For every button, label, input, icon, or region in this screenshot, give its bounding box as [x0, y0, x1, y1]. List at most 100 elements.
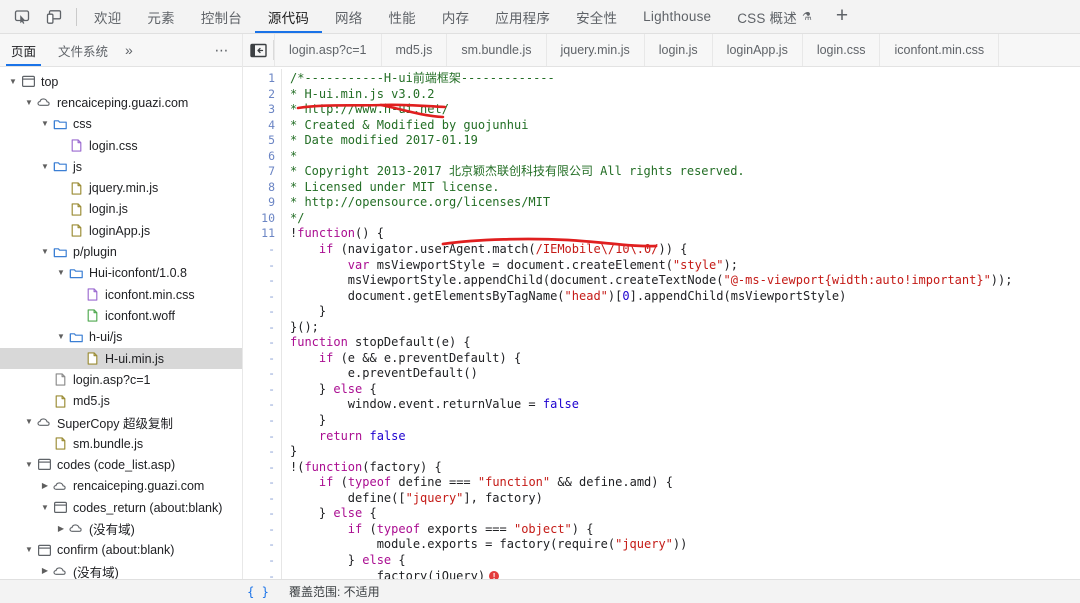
- main-tab-9[interactable]: Lighthouse: [630, 0, 724, 33]
- main-tab-0[interactable]: 欢迎: [81, 0, 134, 33]
- file-tree-item-label: login.js: [89, 202, 128, 217]
- line-number: 2: [268, 86, 275, 101]
- pretty-print-button[interactable]: { }: [245, 580, 271, 603]
- navigator-options-icon[interactable]: ⋯: [207, 34, 243, 66]
- navigator-tab-page[interactable]: 页面: [0, 34, 47, 66]
- main-tab-7[interactable]: 应用程序: [482, 0, 563, 33]
- editor-tab-5[interactable]: loginApp.js: [713, 34, 803, 66]
- line-number: -: [268, 381, 275, 396]
- file-tree-item[interactable]: login.css: [0, 135, 242, 156]
- add-panel-button[interactable]: +: [825, 0, 859, 33]
- chevron-down-icon[interactable]: ▼: [22, 546, 36, 554]
- file-tree-item[interactable]: jquery.min.js: [0, 177, 242, 198]
- show-navigator-icon[interactable]: [243, 34, 273, 66]
- code-token: if: [318, 242, 334, 257]
- chevron-down-icon[interactable]: ▼: [38, 120, 52, 128]
- file-tree-item[interactable]: ▼ rencaiceping.guazi.com: [0, 92, 242, 113]
- line-number: 11: [261, 226, 275, 241]
- frame-icon: [36, 543, 53, 558]
- main-tab-4[interactable]: 网络: [322, 0, 375, 33]
- chevron-down-icon[interactable]: ▼: [38, 503, 52, 512]
- file-tree-item[interactable]: ▼ top: [0, 71, 242, 92]
- file-tree-item[interactable]: login.asp?c=1: [0, 369, 242, 390]
- editor-tab-6[interactable]: login.css: [803, 34, 881, 66]
- file-tree-item[interactable]: ▼ SuperCopy 超级复制: [0, 412, 242, 433]
- folder-icon: [52, 117, 69, 132]
- main-tab-6[interactable]: 内存: [429, 0, 482, 33]
- device-toolbar-icon[interactable]: [40, 4, 68, 30]
- file-tree-item[interactable]: sm.bundle.js: [0, 433, 242, 454]
- code-token: * Date modified 2017-01.19: [290, 133, 478, 148]
- file-tree-item[interactable]: ▼ h-ui/js: [0, 327, 242, 348]
- file-tree-item[interactable]: ▼ codes (code_list.asp): [0, 454, 242, 475]
- chevron-down-icon[interactable]: ▼: [54, 269, 68, 277]
- chevron-down-icon[interactable]: ▼: [22, 460, 36, 469]
- file-tree-item[interactable]: ▼ codes_return (about:blank): [0, 497, 242, 518]
- file-tree-item[interactable]: ▼ js: [0, 156, 242, 177]
- code-line: * Copyright 2013-2017 北京颖杰联创科技有限公司 All r…: [290, 164, 1080, 180]
- file-tree-item[interactable]: ▶ (没有域): [0, 518, 242, 539]
- file-tree-item[interactable]: H-ui.min.js: [0, 347, 242, 370]
- file-tree-item[interactable]: ▼ p/plugin: [0, 241, 242, 262]
- code-token: )[: [607, 288, 623, 303]
- code-token: );: [723, 257, 738, 272]
- source-code-text[interactable]: /*-----------H-ui前端框架------------- * H-ui…: [282, 67, 1080, 579]
- code-line: if (typeof exports === "object") {: [290, 522, 1080, 538]
- main-tab-2[interactable]: 控制台: [188, 0, 255, 33]
- line-number: -: [268, 444, 275, 459]
- chevron-right-icon[interactable]: ▶: [38, 567, 52, 575]
- file-tree-item[interactable]: ▼ Hui-iconfont/1.0.8: [0, 263, 242, 284]
- file-tree-item[interactable]: login.js: [0, 199, 242, 220]
- file-js-icon: [52, 436, 69, 451]
- chevron-down-icon[interactable]: ▼: [54, 333, 68, 341]
- code-token: }();: [290, 319, 319, 334]
- main-tab-5[interactable]: 性能: [375, 0, 428, 33]
- chevron-down-icon[interactable]: ▼: [38, 248, 52, 256]
- chevron-down-icon[interactable]: ▼: [22, 418, 36, 426]
- editor-tab-label: login.asp?c=1: [289, 43, 367, 57]
- main-tab-3[interactable]: 源代码: [254, 0, 323, 33]
- chevron-down-icon[interactable]: ▼: [38, 162, 52, 171]
- main-tab-10[interactable]: CSS 概述 ⚗: [724, 0, 825, 33]
- code-token: }: [290, 413, 327, 428]
- code-token: typeof: [376, 521, 421, 536]
- editor-tab-3[interactable]: jquery.min.js: [547, 34, 645, 66]
- file-tree-item[interactable]: iconfont.woff: [0, 305, 242, 326]
- editor-tab-7[interactable]: iconfont.min.css: [880, 34, 1000, 66]
- main-tab-label: 内存: [441, 10, 470, 26]
- coverage-status-label: 覆盖范围: 不适用: [289, 585, 380, 599]
- code-token: "head": [564, 288, 608, 303]
- file-tree-item[interactable]: ▶ (没有域): [0, 561, 242, 579]
- chevron-down-icon[interactable]: ▼: [6, 77, 20, 86]
- navigator-tab-filesystem[interactable]: 文件系统: [47, 34, 119, 66]
- line-number: -: [268, 319, 275, 334]
- main-tab-1[interactable]: 元素: [134, 0, 187, 33]
- editor-tab-2[interactable]: sm.bundle.js: [447, 34, 547, 66]
- editor-tab-4[interactable]: login.js: [645, 34, 713, 66]
- main-tab-8[interactable]: 安全性: [563, 0, 630, 33]
- code-editor[interactable]: 1234567891011----------------------- /*-…: [243, 67, 1080, 579]
- file-tree-item[interactable]: ▼ confirm (about:blank): [0, 540, 242, 561]
- chevron-down-icon[interactable]: ▼: [22, 98, 36, 107]
- chevron-right-icon[interactable]: ▶: [38, 482, 52, 490]
- code-line: msViewportStyle.appendChild(document.cre…: [290, 273, 1080, 289]
- line-number: -: [268, 257, 275, 272]
- file-js-icon: [84, 351, 101, 366]
- file-tree-item[interactable]: md5.js: [0, 390, 242, 411]
- navigator-more-tabs-icon[interactable]: »: [119, 34, 139, 66]
- chevron-right-icon[interactable]: ▶: [54, 524, 68, 533]
- code-token: msViewportStyle.appendChild(document.cre…: [290, 273, 724, 288]
- file-tree-item-label: H-ui.min.js: [105, 351, 165, 366]
- file-tree-item[interactable]: ▼ css: [0, 114, 242, 135]
- inspect-element-icon[interactable]: [8, 4, 36, 30]
- file-tree-item[interactable]: loginApp.js: [0, 220, 242, 241]
- file-tree-item[interactable]: iconfont.min.css: [0, 284, 242, 305]
- file-tree-item[interactable]: ▶ rencaiceping.guazi.com: [0, 476, 242, 497]
- editor-tab-0[interactable]: login.asp?c=1: [274, 34, 382, 66]
- file-tree-item-label: login.asp?c=1: [73, 372, 151, 387]
- editor-tab-1[interactable]: md5.js: [382, 34, 448, 66]
- code-line: */: [290, 211, 1080, 227]
- line-number: -: [268, 568, 275, 580]
- error-marker-icon[interactable]: [489, 569, 500, 579]
